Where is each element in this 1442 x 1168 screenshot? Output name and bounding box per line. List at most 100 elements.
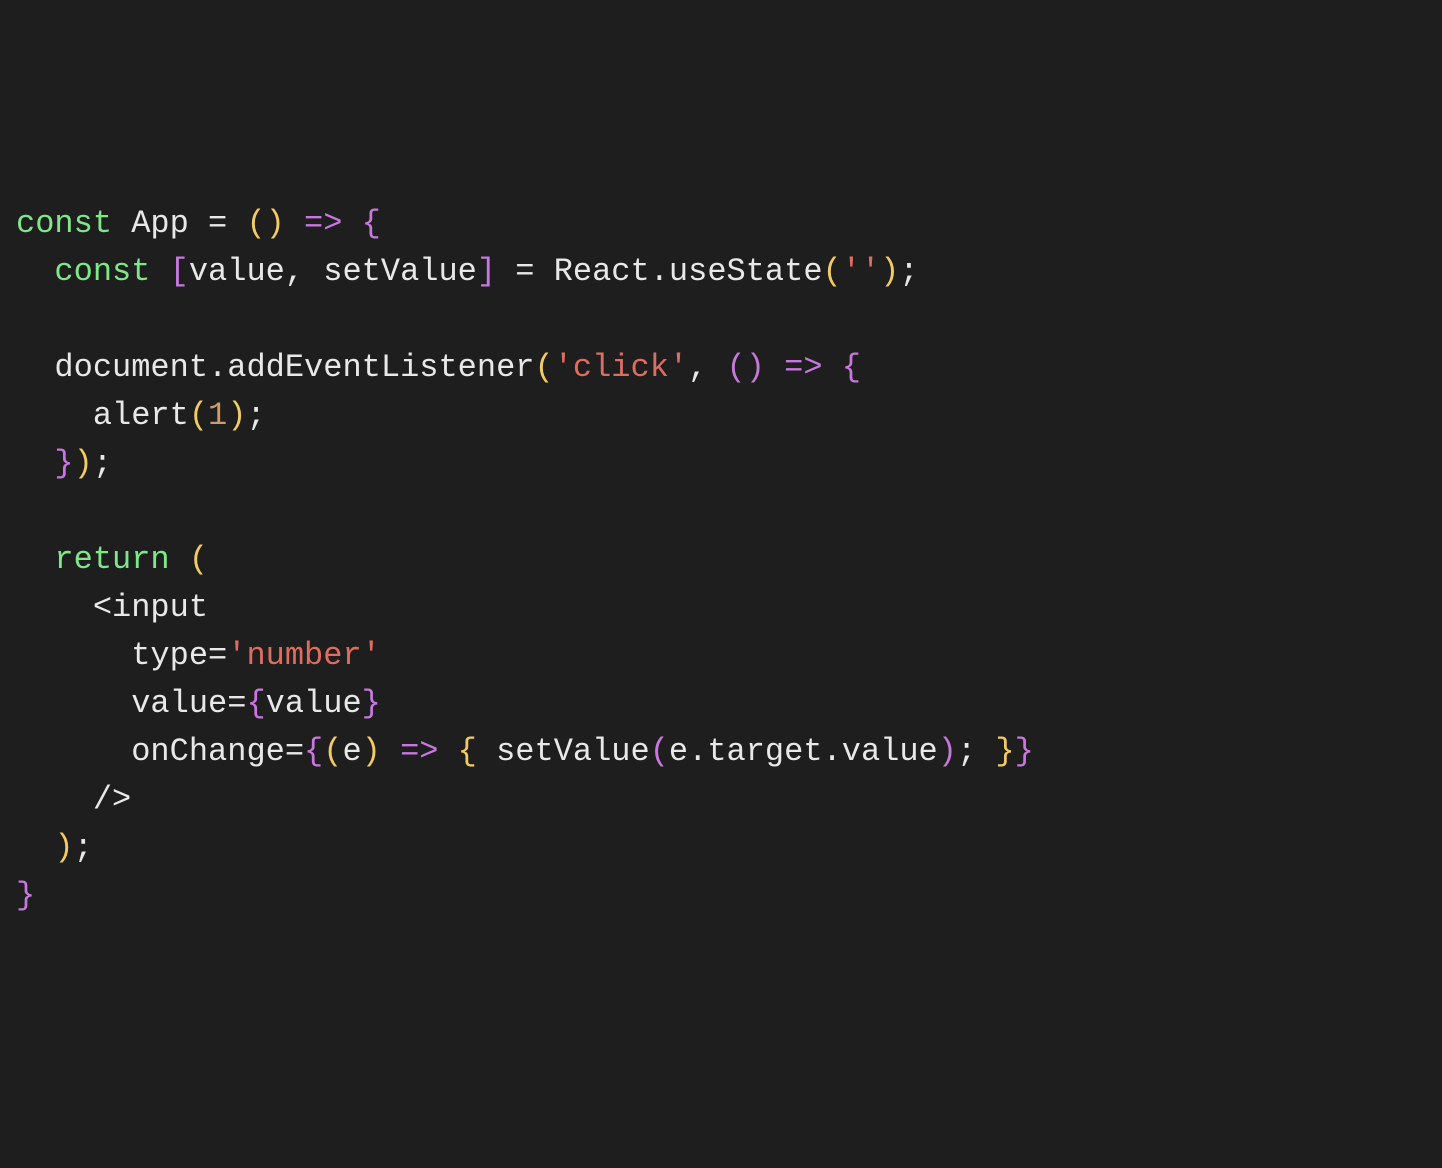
dot: . xyxy=(650,253,669,290)
paren-close: ) xyxy=(227,397,246,434)
indent xyxy=(16,781,93,818)
operator-eq: = xyxy=(285,733,304,770)
identifier-e: e xyxy=(342,733,361,770)
semicolon: ; xyxy=(93,445,112,482)
identifier-app: App xyxy=(112,205,208,242)
identifier-document: document xyxy=(54,349,208,386)
attr-type: type xyxy=(131,637,208,674)
comma: , xyxy=(285,253,323,290)
keyword-const: const xyxy=(16,205,112,242)
bracket-open: [ xyxy=(170,253,189,290)
indent xyxy=(16,397,93,434)
identifier-value: value xyxy=(189,253,285,290)
operator-eq: = xyxy=(208,205,246,242)
identifier-alert: alert xyxy=(93,397,189,434)
paren-close: ) xyxy=(880,253,899,290)
brace-close: } xyxy=(995,733,1014,770)
code-line-13: /> xyxy=(16,776,1426,824)
code-line-10: type='number' xyxy=(16,632,1426,680)
identifier-react: React xyxy=(554,253,650,290)
code-line-11: value={value} xyxy=(16,680,1426,728)
brace-open: { xyxy=(842,349,861,386)
indent xyxy=(16,589,93,626)
attr-value: value xyxy=(131,685,227,722)
semicolon: ; xyxy=(957,733,976,770)
semicolon: ; xyxy=(899,253,918,290)
paren-open: ( xyxy=(246,205,265,242)
brace-open: { xyxy=(458,733,477,770)
comma: , xyxy=(688,349,726,386)
space xyxy=(150,253,169,290)
code-line-2: const [value, setValue] = React.useState… xyxy=(16,248,1426,296)
paren-close: ) xyxy=(746,349,765,386)
code-line-15: } xyxy=(16,872,1426,920)
paren-open: ( xyxy=(727,349,746,386)
operator-eq: = xyxy=(227,685,246,722)
bracket-close: ] xyxy=(477,253,496,290)
string-number: 'number' xyxy=(227,637,381,674)
indent xyxy=(16,445,54,482)
paren-open: ( xyxy=(534,349,553,386)
paren-close: ) xyxy=(54,829,73,866)
code-line-5: alert(1); xyxy=(16,392,1426,440)
dot: . xyxy=(208,349,227,386)
indent xyxy=(16,253,54,290)
identifier-target: target xyxy=(707,733,822,770)
brace-close: } xyxy=(16,877,35,914)
arrow: => xyxy=(765,349,842,386)
indent xyxy=(16,541,54,578)
operator-eq: = xyxy=(496,253,554,290)
indent xyxy=(16,685,131,722)
identifier-usestate: useState xyxy=(669,253,823,290)
indent xyxy=(16,637,131,674)
identifier-value: value xyxy=(842,733,938,770)
identifier-addeventlistener: addEventListener xyxy=(227,349,534,386)
keyword-const: const xyxy=(54,253,150,290)
code-line-1: const App = () => { xyxy=(16,200,1426,248)
brace-close: } xyxy=(1015,733,1034,770)
arrow: => xyxy=(381,733,458,770)
brace-open: { xyxy=(362,205,381,242)
paren-close: ) xyxy=(266,205,285,242)
keyword-return: return xyxy=(54,541,169,578)
number-1: 1 xyxy=(208,397,227,434)
code-line-14: ); xyxy=(16,824,1426,872)
attr-onchange: onChange xyxy=(131,733,285,770)
paren-open: ( xyxy=(323,733,342,770)
paren-open: ( xyxy=(823,253,842,290)
paren-open: ( xyxy=(189,397,208,434)
paren-close: ) xyxy=(74,445,93,482)
code-line-7 xyxy=(16,488,1426,536)
brace-close: } xyxy=(54,445,73,482)
string-click: 'click' xyxy=(554,349,688,386)
dot: . xyxy=(688,733,707,770)
paren-open: ( xyxy=(650,733,669,770)
space xyxy=(170,541,189,578)
identifier-setvalue: setValue xyxy=(496,733,650,770)
tag-open: < xyxy=(93,589,112,626)
semicolon: ; xyxy=(246,397,265,434)
semicolon: ; xyxy=(74,829,93,866)
paren-close: ) xyxy=(938,733,957,770)
paren-open: ( xyxy=(189,541,208,578)
code-line-8: return ( xyxy=(16,536,1426,584)
identifier-e: e xyxy=(669,733,688,770)
identifier-setvalue: setValue xyxy=(323,253,477,290)
paren-close: ) xyxy=(362,733,381,770)
indent xyxy=(16,829,54,866)
space xyxy=(976,733,995,770)
code-line-3 xyxy=(16,296,1426,344)
brace-open: { xyxy=(246,685,265,722)
code-line-12: onChange={(e) => { setValue(e.target.val… xyxy=(16,728,1426,776)
code-line-4: document.addEventListener('click', () =>… xyxy=(16,344,1426,392)
code-line-6: }); xyxy=(16,440,1426,488)
brace-close: } xyxy=(362,685,381,722)
indent xyxy=(16,733,131,770)
code-line-9: <input xyxy=(16,584,1426,632)
arrow: => xyxy=(285,205,362,242)
brace-open: { xyxy=(304,733,323,770)
code-editor[interactable]: const App = () => { const [value, setVal… xyxy=(16,200,1426,920)
identifier-value: value xyxy=(266,685,362,722)
space xyxy=(477,733,496,770)
tag-input: input xyxy=(112,589,208,626)
